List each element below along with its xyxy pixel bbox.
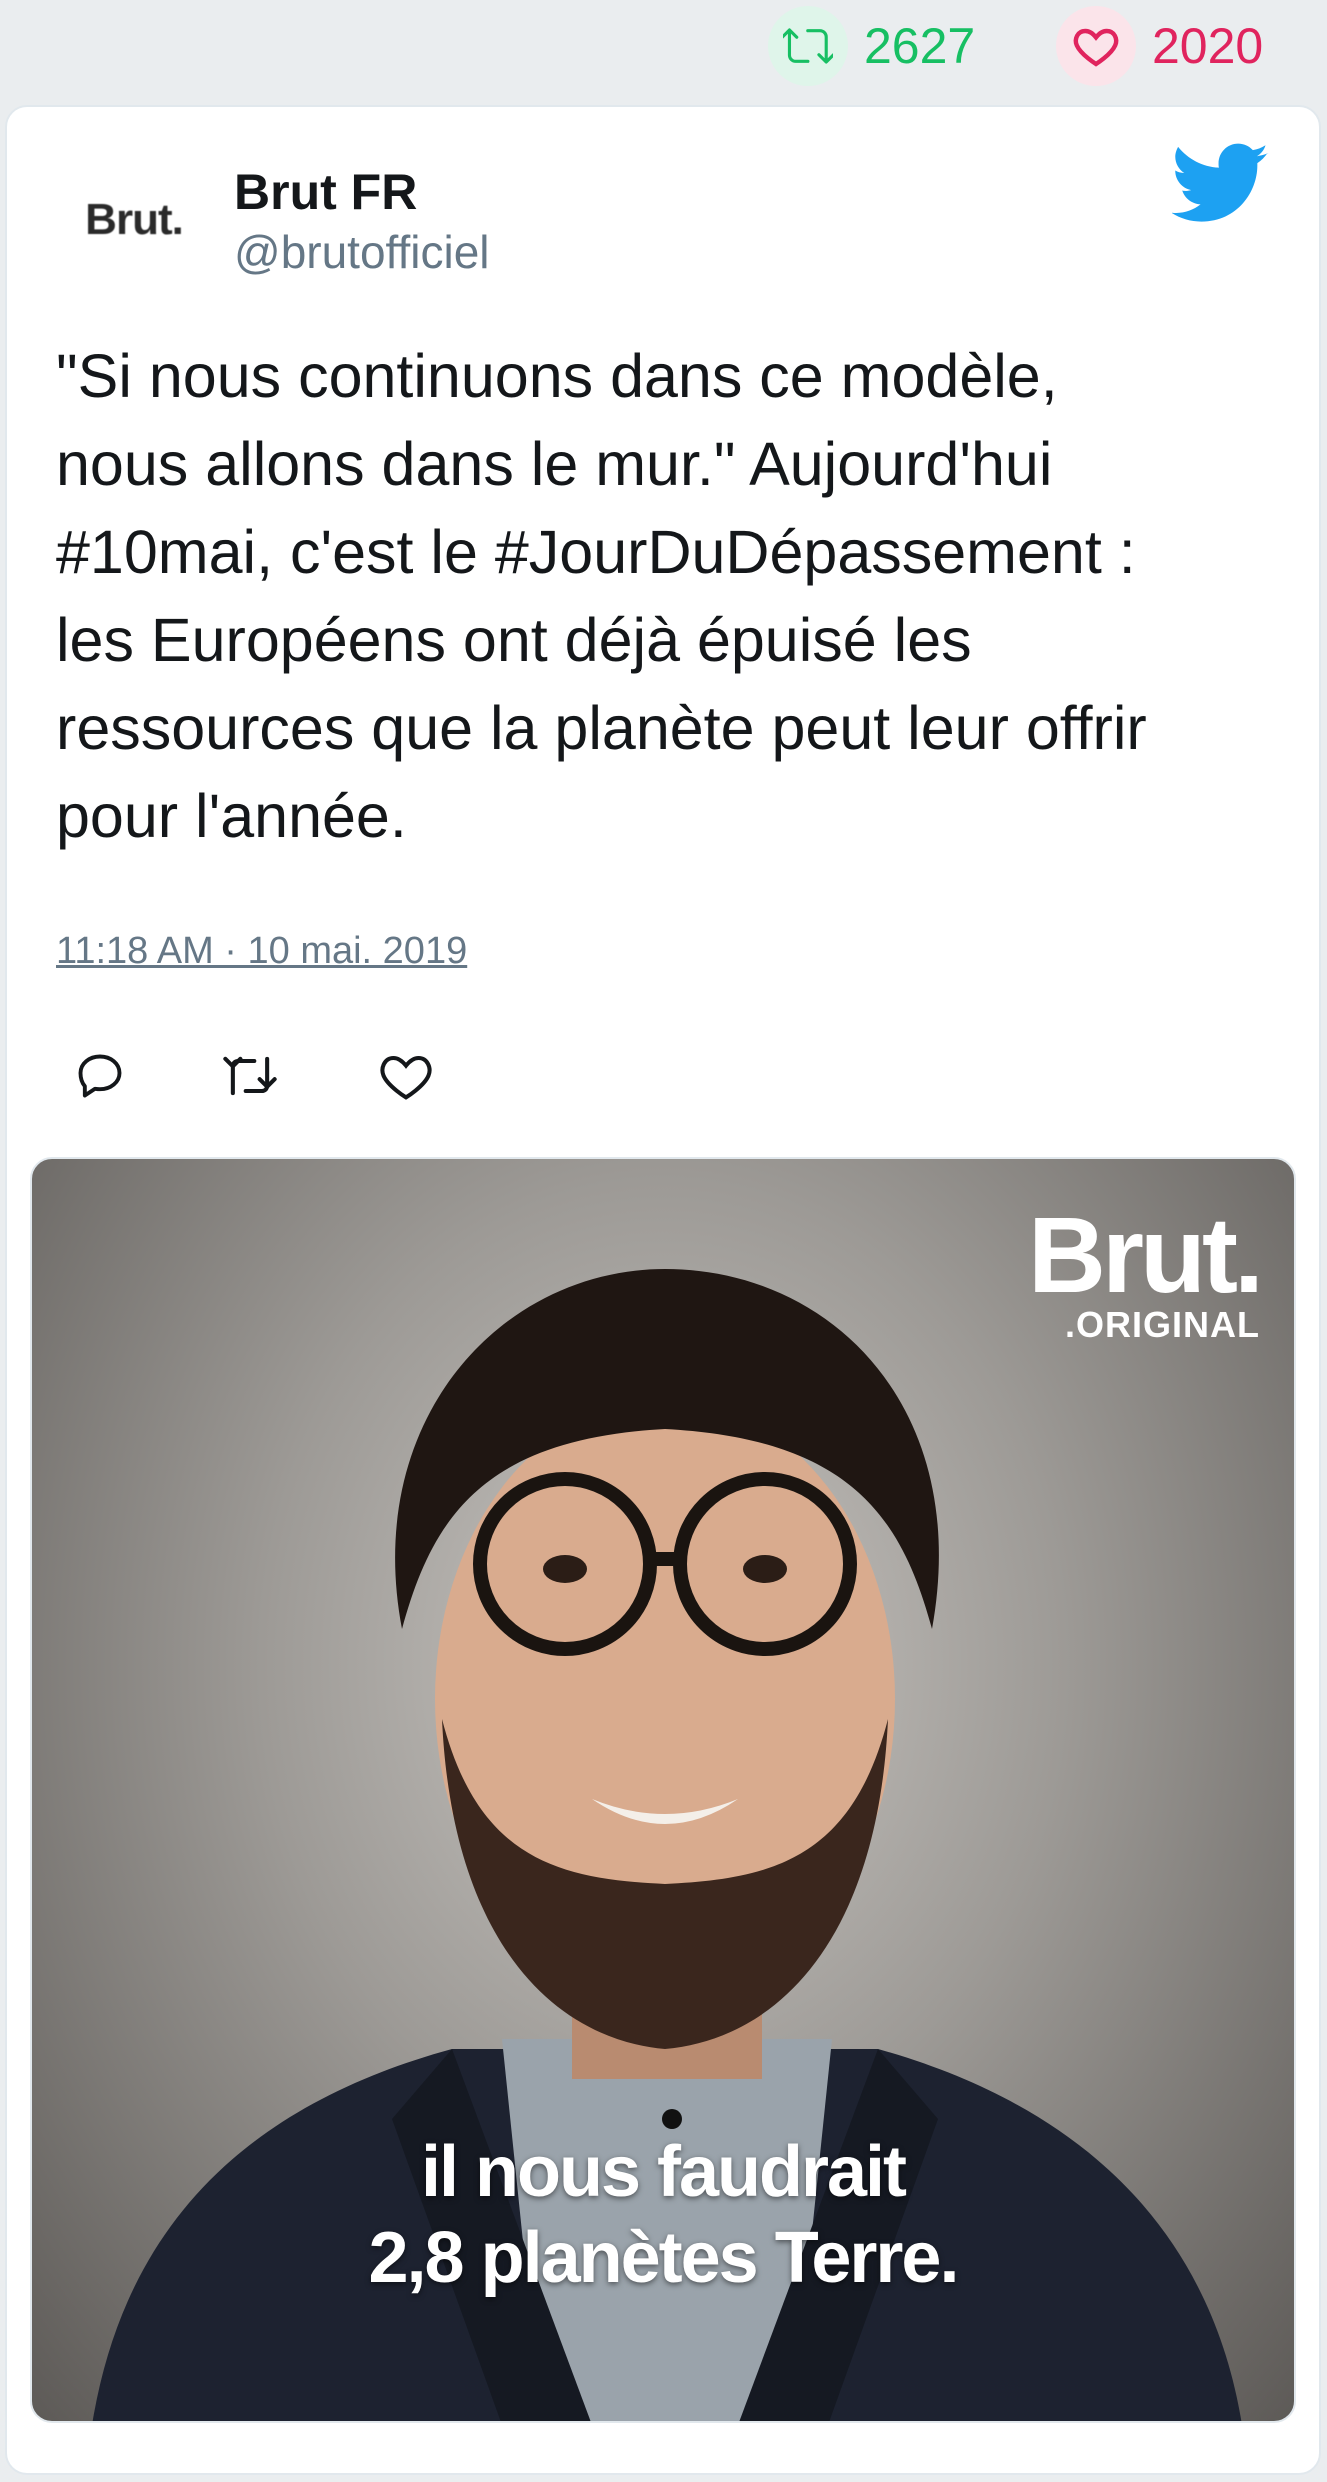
like-count-stat[interactable]: 2020 [1056,6,1264,86]
reply-icon [78,1054,122,1098]
tweet-timestamp-link[interactable]: 11:18 AM · 10 mai. 2019 [56,930,467,973]
author-name[interactable]: Brut FR [234,163,417,221]
avatar[interactable]: Brut. [64,150,204,290]
retweet-icon [223,1056,277,1096]
like-count: 2020 [1152,18,1264,74]
video-caption-line1: il nous faudrait [420,2132,907,2212]
heart-icon [380,1055,432,1100]
video-caption-line2: 2,8 planètes Terre. [368,2218,960,2298]
reply-button[interactable] [70,1046,130,1106]
engagement-bar: 2627 2020 [0,0,1327,100]
author-handle[interactable]: @brutofficiel [234,225,490,279]
retweet-count: 2627 [864,18,976,74]
twitter-bird-icon[interactable] [1171,142,1270,226]
tweet-text: "Si nous continuons dans ce modèle, nous… [56,342,1147,850]
tweet-media-video[interactable]: Brut. .ORIGINAL il nous faudrait 2,8 pla… [30,1157,1296,2423]
brut-original-logo: Brut. .ORIGINAL [1028,1194,1264,1345]
retweet-icon [768,6,848,86]
avatar-logo-text: Brut. [85,195,184,244]
like-button[interactable] [376,1046,436,1106]
brut-logo-main: Brut. [1028,1194,1264,1315]
retweet-count-stat[interactable]: 2627 [768,6,976,86]
retweet-button[interactable] [220,1046,280,1106]
heart-icon [1056,6,1136,86]
